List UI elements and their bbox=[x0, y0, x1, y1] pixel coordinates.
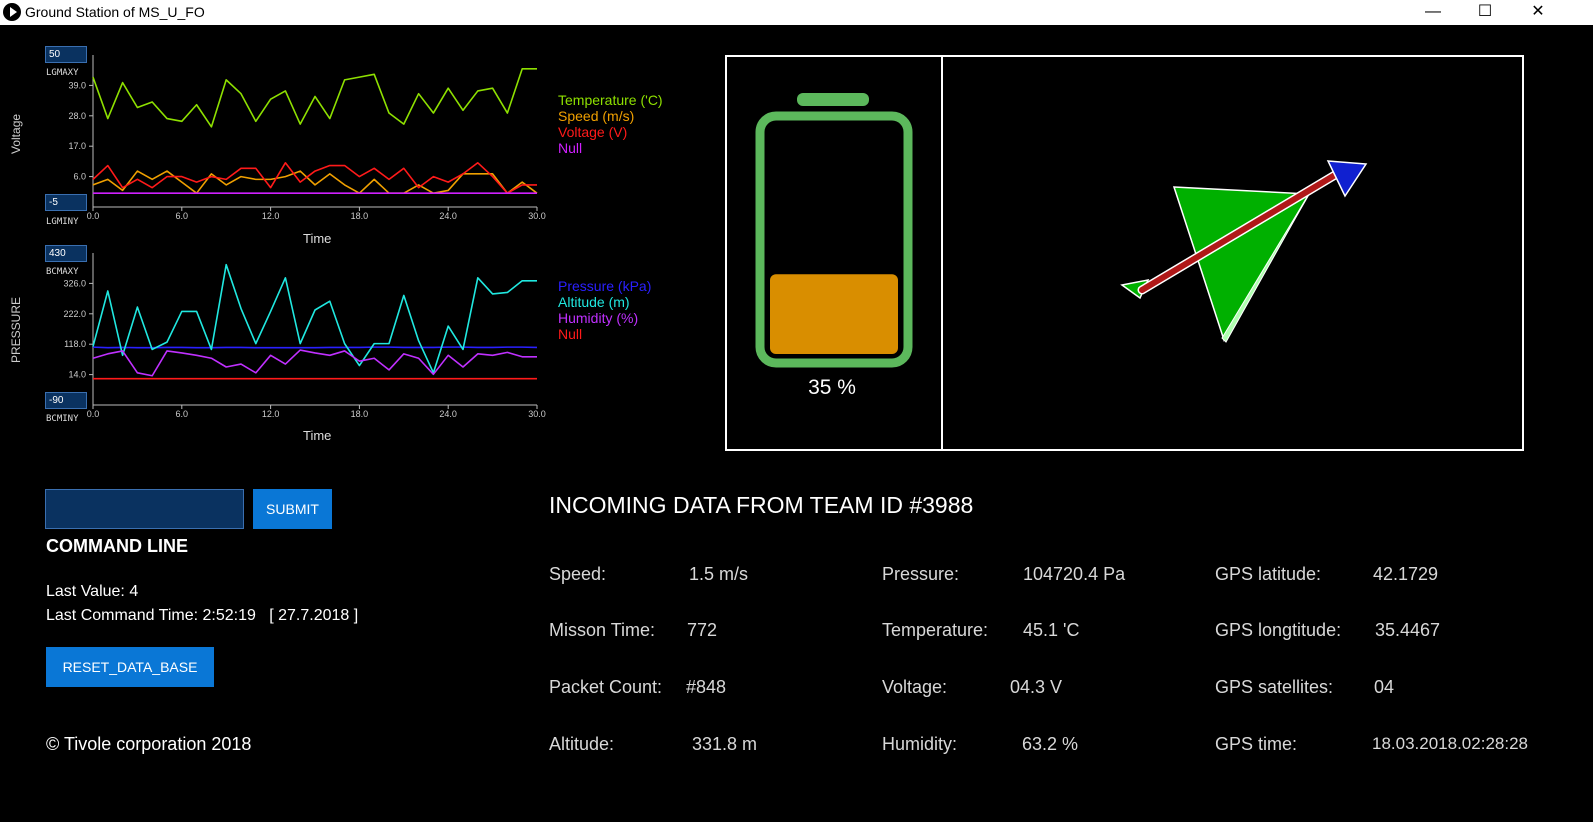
pressure-chart: 14.0 118.0 222.0 326.0 0.0 6.0 12.0 18.0 24.0 30.… bbox=[0, 238, 700, 443]
x-axis-title: Time bbox=[303, 428, 332, 443]
y-axis-title: Voltage bbox=[9, 113, 23, 154]
battery-cap bbox=[797, 93, 869, 106]
series-line bbox=[92, 263, 537, 374]
gps-time-value: 18.03.2018.02:28:28 bbox=[1372, 734, 1528, 753]
window-title: Ground Station of MS_U_FO bbox=[25, 4, 205, 20]
gps-longitude-value: 35.4467 bbox=[1375, 620, 1441, 640]
battery-fill bbox=[770, 274, 898, 354]
x-tick-label: 12.0 bbox=[262, 409, 280, 419]
x-tick-label: 24.0 bbox=[439, 211, 457, 221]
mission-time-label: Misson Time: bbox=[549, 620, 656, 640]
y-tick-label: 14.0 bbox=[68, 370, 86, 380]
copyright: © Tivole corporation 2018 bbox=[46, 734, 252, 754]
temperature-label: Temperature: bbox=[882, 620, 989, 640]
x-tick-label: 30.0 bbox=[528, 409, 546, 419]
title-bar: Ground Station of MS_U_FO — ☐ ✕ bbox=[0, 0, 1593, 25]
y-max-label: LGMAXY bbox=[46, 68, 79, 78]
command-line-label: COMMAND LINE bbox=[46, 536, 188, 556]
gps-latitude-value: 42.1729 bbox=[1373, 564, 1439, 584]
gps-time-label: GPS time: bbox=[1215, 734, 1298, 754]
maximize-button[interactable]: ☐ bbox=[1462, 0, 1508, 25]
arrow-shaft bbox=[1139, 172, 1338, 293]
voltage-chart: 6.0 17.0 28.0 39.0 0.0 6.0 12.0 18.0 24.0 30.0 50… bbox=[0, 40, 700, 246]
speed-label: Speed: bbox=[549, 564, 607, 584]
humidity-label: Humidity: bbox=[882, 734, 958, 754]
packet-count-value: #848 bbox=[686, 677, 727, 697]
legend-humidity: Humidity (%) bbox=[558, 310, 639, 326]
y-tick-label: 6.0 bbox=[73, 172, 86, 182]
y-max-input[interactable]: 50 bbox=[45, 46, 87, 63]
temperature-value: 45.1 'C bbox=[1023, 620, 1080, 640]
mission-time-value: 772 bbox=[687, 620, 718, 640]
series-line bbox=[92, 346, 538, 349]
gps-longitude-label: GPS longtitude: bbox=[1215, 620, 1342, 640]
last-command-time: Last Command Time: 2:52:19 [ 27.7.2018 ] bbox=[46, 607, 359, 624]
minimize-button[interactable]: — bbox=[1410, 0, 1456, 25]
legend-voltage: Voltage (V) bbox=[558, 124, 628, 140]
incoming-data-title: INCOMING DATA FROM TEAM ID #3988 bbox=[549, 492, 974, 518]
y-min-input[interactable]: -90 bbox=[45, 392, 87, 409]
direction-arrow-icon bbox=[1137, 160, 1368, 295]
y-tick-label: 17.0 bbox=[68, 141, 86, 151]
pressure-chart-plot: 14.0 118.0 222.0 326.0 0.0 6.0 12.0 18.0 24.0 30.… bbox=[63, 253, 546, 419]
altitude-value: 331.8 m bbox=[692, 734, 758, 754]
y-tick-label: 326.0 bbox=[63, 278, 86, 288]
x-tick-label: 6.0 bbox=[176, 211, 189, 221]
y-min-label: LGMINY bbox=[46, 217, 79, 227]
panel-divider bbox=[941, 55, 943, 451]
x-tick-label: 18.0 bbox=[351, 211, 369, 221]
voltage-label: Voltage: bbox=[882, 677, 948, 697]
gps-latitude-label: GPS latitude: bbox=[1215, 564, 1322, 584]
legend-pressure: Pressure (kPa) bbox=[558, 278, 652, 294]
x-tick-label: 6.0 bbox=[176, 409, 189, 419]
y-axis-title: PRESSURE bbox=[9, 296, 23, 363]
legend-null: Null bbox=[558, 326, 583, 342]
legend-null: Null bbox=[558, 140, 583, 156]
series-line bbox=[92, 161, 537, 194]
y-tick-label: 118.0 bbox=[64, 339, 86, 349]
gps-satellites-label: GPS satellites: bbox=[1215, 677, 1334, 697]
battery-percent: 35 % bbox=[808, 376, 856, 399]
close-button[interactable]: ✕ bbox=[1515, 0, 1561, 25]
y-min-input[interactable]: -5 bbox=[45, 194, 87, 211]
humidity-value: 63.2 % bbox=[1022, 734, 1079, 754]
x-tick-label: 0.0 bbox=[87, 211, 100, 221]
battery-icon bbox=[755, 93, 913, 368]
submit-button[interactable]: SUBMIT bbox=[253, 489, 332, 529]
gps-satellites-value: 04 bbox=[1374, 677, 1395, 697]
x-tick-label: 30.0 bbox=[528, 211, 546, 221]
x-tick-label: 18.0 bbox=[351, 409, 369, 419]
pressure-label: Pressure: bbox=[882, 564, 960, 584]
command-input[interactable] bbox=[45, 489, 244, 529]
y-min-label: BCMINY bbox=[46, 414, 79, 424]
packet-count-label: Packet Count: bbox=[549, 677, 663, 697]
y-tick-label: 39.0 bbox=[68, 80, 86, 90]
last-value: Last Value: 4 bbox=[46, 583, 139, 600]
altitude-label: Altitude: bbox=[549, 734, 615, 754]
voltage-chart-plot: 6.0 17.0 28.0 39.0 0.0 6.0 12.0 18.0 24.0 30.0 bbox=[68, 55, 546, 221]
legend-temperature: Temperature ('C) bbox=[558, 92, 663, 108]
y-tick-label: 222.0 bbox=[63, 309, 86, 319]
x-tick-label: 12.0 bbox=[262, 211, 280, 221]
y-tick-label: 28.0 bbox=[68, 111, 86, 121]
x-tick-label: 24.0 bbox=[439, 409, 457, 419]
reset-database-button[interactable]: RESET_DATA_BASE bbox=[46, 647, 214, 687]
pressure-value: 104720.4 Pa bbox=[1023, 564, 1126, 584]
speed-value: 1.5 m/s bbox=[689, 564, 749, 584]
series-line bbox=[92, 68, 537, 128]
legend-altitude: Altitude (m) bbox=[558, 294, 630, 310]
app-icon bbox=[3, 3, 21, 21]
y-max-label: BCMAXY bbox=[46, 267, 79, 277]
series-line bbox=[92, 349, 537, 377]
voltage-value: 04.3 V bbox=[1010, 677, 1063, 697]
legend-speed: Speed (m/s) bbox=[558, 108, 635, 124]
y-max-input[interactable]: 430 bbox=[45, 245, 87, 262]
x-tick-label: 0.0 bbox=[87, 409, 100, 419]
